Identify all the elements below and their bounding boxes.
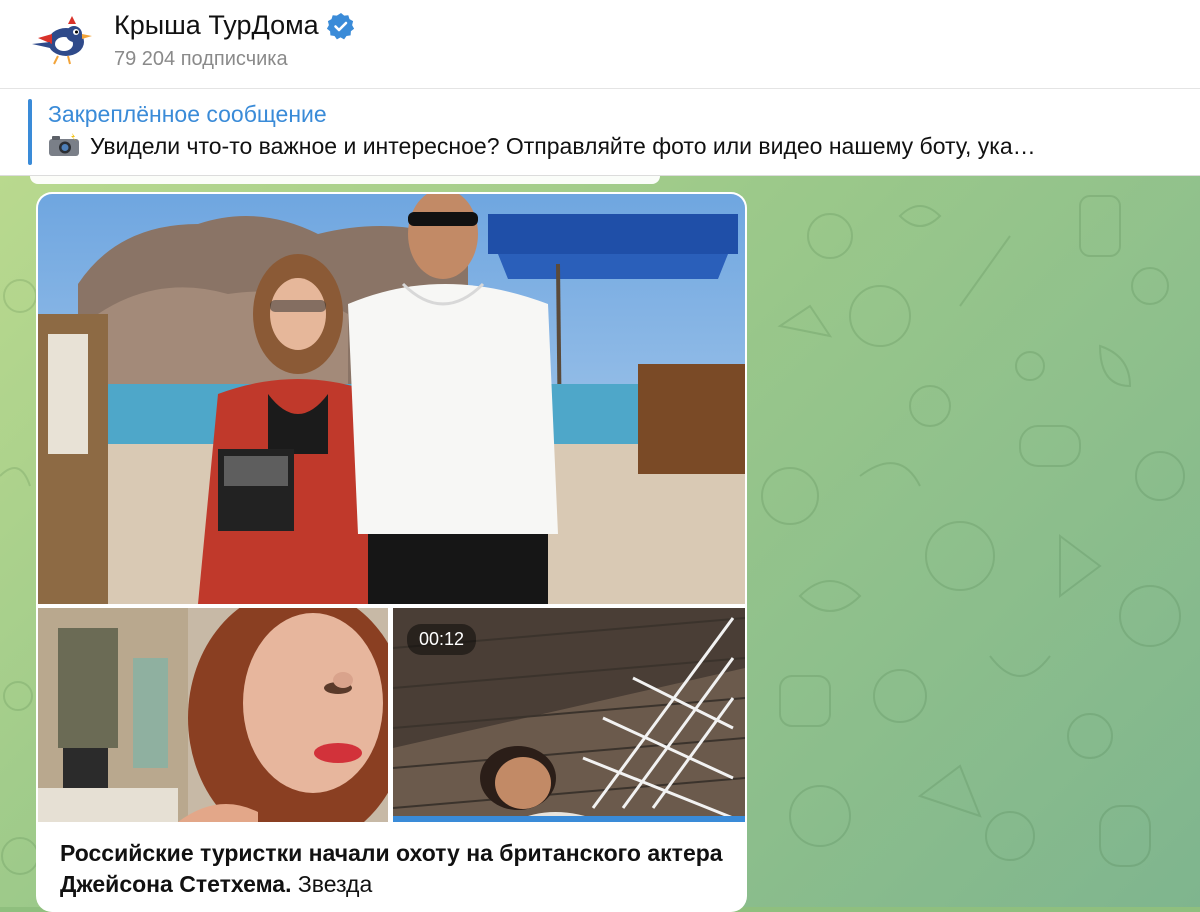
post-headline: Российские туристки начали охоту на брит…	[60, 840, 723, 897]
subscriber-count: 79 204 подписчика	[114, 48, 288, 70]
video-progress-bar[interactable]	[393, 816, 745, 822]
post-photo-main[interactable]	[38, 194, 745, 604]
channel-title-text: Крыша ТурДома	[114, 10, 319, 40]
post-video-hammock[interactable]: 00:12	[393, 608, 745, 822]
pinned-label: Закреплённое сообщение	[48, 101, 327, 127]
pinned-accent-bar	[28, 99, 32, 165]
selfie-photo	[38, 608, 388, 822]
bird-logo-icon	[32, 16, 92, 65]
post-text: Российские туристки начали охоту на брит…	[60, 838, 730, 900]
pinned-preview: Увидели что-то важное и интересное? Отпр…	[48, 133, 1036, 160]
post-body: Звезда	[291, 871, 373, 897]
pinned-preview-text: Увидели что-то важное и интересное? Отпр…	[90, 133, 1036, 159]
post-photo-selfie[interactable]	[38, 608, 388, 822]
channel-avatar[interactable]	[28, 14, 96, 66]
verified-badge-icon	[326, 12, 354, 39]
channel-post[interactable]: 00:12 Российские туристки начали охоту н…	[36, 192, 747, 912]
channel-title[interactable]: Крыша ТурДома	[114, 10, 355, 41]
resort-photo	[38, 194, 745, 604]
previous-message-edge	[30, 176, 660, 184]
camera-with-flash-icon	[49, 133, 79, 156]
channel-header[interactable]: Крыша ТурДома 79 204 подписчика	[0, 0, 1200, 89]
pinned-message[interactable]: Закреплённое сообщение Увидели что-то ва…	[0, 89, 1200, 176]
video-duration-badge: 00:12	[407, 624, 477, 655]
